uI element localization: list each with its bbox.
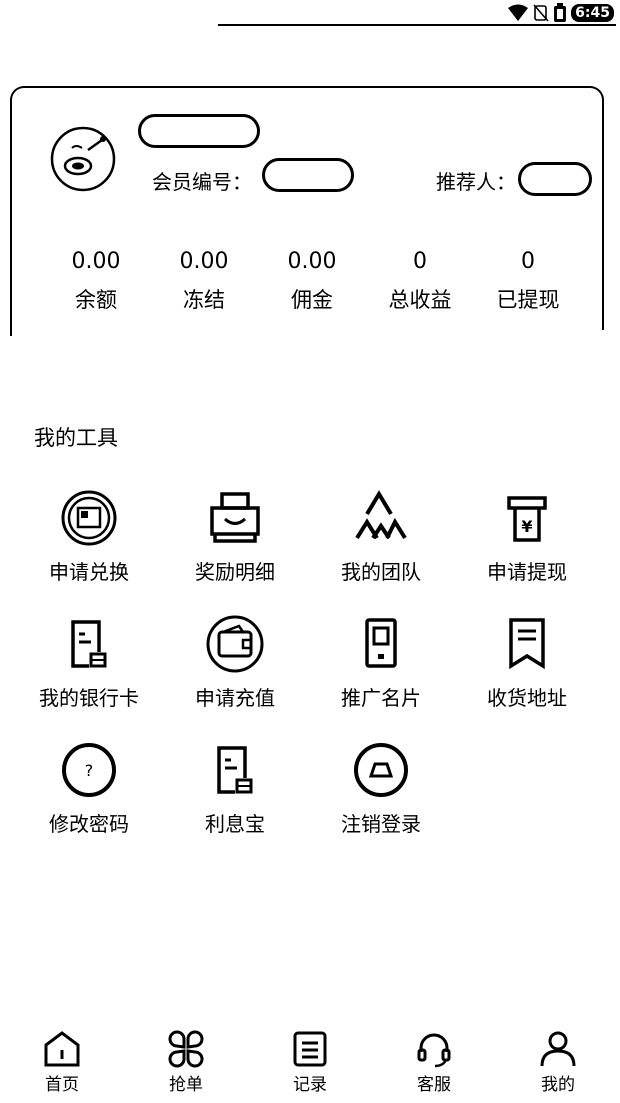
tool-label: 修改密码 <box>49 812 129 836</box>
tool-change-password[interactable]: ? 修改密码 <box>16 740 162 837</box>
card-icon <box>365 618 397 668</box>
headset-icon <box>417 1033 451 1068</box>
nav-customer-service[interactable]: 客服 <box>372 1020 496 1103</box>
nav-home[interactable]: 首页 <box>0 1020 124 1103</box>
status-icons: 6:45 <box>507 2 614 24</box>
exchange-icon <box>61 490 117 546</box>
stat-value: 0 <box>413 249 427 274</box>
stat-value: 0.00 <box>287 249 337 274</box>
atm-icon: ¥ <box>507 496 547 542</box>
stat-label: 余额 <box>75 288 117 312</box>
no-sim-icon <box>533 4 549 22</box>
tool-label: 申请兑换 <box>49 560 129 584</box>
tool-my-bank-card[interactable]: 我的银行卡 <box>16 614 162 711</box>
wallet-icon <box>206 615 264 673</box>
stat-frozen: 0.00 冻结 <box>150 246 258 314</box>
tool-label: 申请提现 <box>487 560 567 584</box>
battery-icon <box>554 3 567 22</box>
tool-reward-details[interactable]: 奖励明细 <box>162 488 308 585</box>
avatar[interactable] <box>50 126 116 192</box>
nav-mine[interactable]: 我的 <box>496 1020 620 1103</box>
tool-my-team[interactable]: 我的团队 <box>308 488 454 585</box>
stat-label: 已提现 <box>496 288 560 312</box>
tool-logout[interactable]: 注销登录 <box>308 740 454 837</box>
bottom-nav: 首页 抢单 记录 客服 我的 <box>0 1020 620 1103</box>
tool-apply-withdraw[interactable]: ¥ 申请提现 <box>454 488 600 585</box>
tool-promo-card[interactable]: 推广名片 <box>308 614 454 711</box>
stat-label: 冻结 <box>183 288 225 312</box>
referrer-value <box>518 162 592 196</box>
stat-withdrawn: 0 已提现 <box>474 246 582 314</box>
tool-apply-recharge[interactable]: 申请充值 <box>162 614 308 711</box>
stat-value: 0 <box>521 249 535 274</box>
tool-label: 注销登录 <box>341 812 421 836</box>
profile-card: 会员编号： 推荐人： 0.00 余额 0.00 冻结 0.00 佣金 0 总收益… <box>10 86 604 336</box>
stat-value: 0.00 <box>71 249 121 274</box>
user-icon <box>540 1031 576 1067</box>
stat-total-income: 0 总收益 <box>366 246 474 314</box>
stat-commission: 0.00 佣金 <box>258 246 366 314</box>
status-divider <box>218 24 616 26</box>
home-icon <box>44 1031 80 1067</box>
records-icon <box>293 1031 327 1067</box>
nav-grab-order[interactable]: 抢单 <box>124 1020 248 1103</box>
tool-label: 利息宝 <box>205 812 265 836</box>
grab-icon <box>168 1030 204 1068</box>
printer-icon <box>210 492 260 543</box>
stat-balance: 0.00 余额 <box>42 246 150 314</box>
svg-text:?: ? <box>85 761 94 780</box>
stats-row: 0.00 余额 0.00 冻结 0.00 佣金 0 总收益 0 已提现 <box>42 246 582 314</box>
tool-label: 推广名片 <box>341 686 421 710</box>
team-icon <box>355 490 407 540</box>
logout-icon <box>354 743 408 797</box>
tool-label: 奖励明细 <box>195 560 275 584</box>
stat-label: 总收益 <box>388 288 452 312</box>
referrer-label: 推荐人： <box>436 170 516 194</box>
tool-label: 收货地址 <box>487 686 567 710</box>
member-no-label: 会员编号： <box>152 170 252 194</box>
nav-label: 客服 <box>417 1075 451 1095</box>
interest-doc-icon <box>217 746 253 794</box>
username-placeholder <box>138 114 260 148</box>
status-time: 6:45 <box>571 4 614 22</box>
bookmark-icon <box>509 618 545 670</box>
tools-title: 我的工具 <box>34 426 118 450</box>
tool-label: 我的银行卡 <box>39 686 139 710</box>
nav-records[interactable]: 记录 <box>248 1020 372 1103</box>
stat-label: 佣金 <box>291 288 333 312</box>
tool-label: 我的团队 <box>341 560 421 584</box>
nav-label: 首页 <box>45 1075 79 1095</box>
bank-doc-icon <box>71 620 107 668</box>
wifi-icon <box>508 4 529 21</box>
question-icon: ? <box>62 743 116 797</box>
tool-apply-exchange[interactable]: 申请兑换 <box>16 488 162 585</box>
nav-label: 我的 <box>541 1075 575 1095</box>
status-bar: 6:45 <box>0 0 620 28</box>
svg-text:¥: ¥ <box>521 517 532 536</box>
nav-label: 记录 <box>293 1075 327 1095</box>
tool-interest-treasure[interactable]: 利息宝 <box>162 740 308 837</box>
tool-label: 申请充值 <box>195 686 275 710</box>
stat-value: 0.00 <box>179 249 229 274</box>
nav-label: 抢单 <box>169 1075 203 1095</box>
member-no-value <box>262 158 354 192</box>
tool-shipping-address[interactable]: 收货地址 <box>454 614 600 711</box>
